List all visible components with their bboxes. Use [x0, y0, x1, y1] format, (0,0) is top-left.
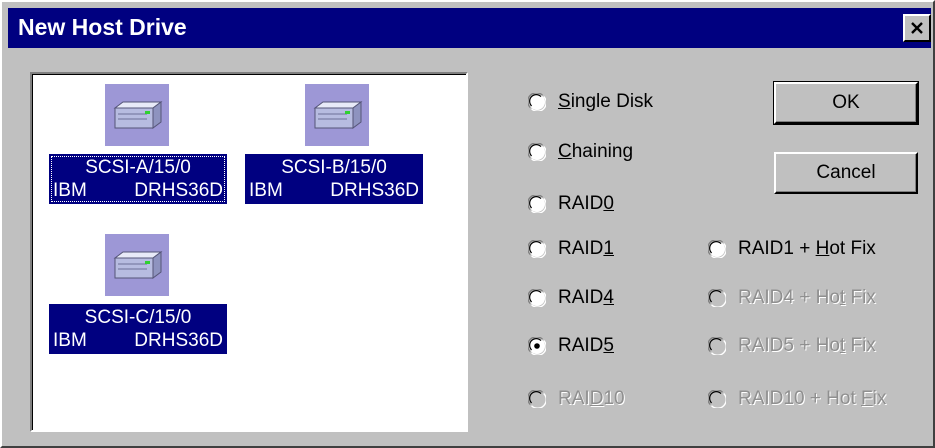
- radio-button-icon[interactable]: [527, 92, 547, 112]
- radio-raid5-hotfix[interactable]: RAID5 + Hot Fix: [707, 335, 876, 357]
- radio-button-icon[interactable]: [707, 288, 727, 308]
- radio-single-disk[interactable]: Single Disk: [527, 91, 654, 113]
- cancel-button-label: Cancel: [816, 162, 876, 183]
- drive-model: DRHS36D: [134, 330, 223, 351]
- radio-raid10[interactable]: RAID10: [527, 388, 625, 410]
- disk-drive-icon: [105, 84, 169, 146]
- radio-label: RAID5: [558, 335, 614, 356]
- radio-button-icon[interactable]: [527, 288, 547, 308]
- radio-button-icon[interactable]: [527, 194, 547, 214]
- radio-raid4[interactable]: RAID4: [527, 287, 614, 309]
- drive-vendor: IBM: [53, 330, 87, 351]
- radio-label: RAID10: [558, 388, 625, 409]
- disk-drive-icon: [105, 234, 169, 296]
- drive-name: SCSI-A/15/0: [85, 157, 191, 178]
- drive-vendor: IBM: [53, 180, 87, 201]
- radio-label: RAID4: [558, 287, 614, 308]
- drive-name: SCSI-C/15/0: [84, 307, 192, 328]
- drive-label-scsi-b[interactable]: SCSI-B/15/0 IBM DRHS36D: [245, 154, 423, 204]
- radio-button-icon[interactable]: [527, 239, 547, 259]
- drive-vendor: IBM: [249, 180, 283, 201]
- radio-button-icon[interactable]: [707, 239, 727, 259]
- radio-raid10-hotfix[interactable]: RAID10 + Hot Fix: [707, 388, 887, 410]
- close-icon: [911, 22, 923, 34]
- title-bar[interactable]: New Host Drive: [8, 8, 931, 48]
- radio-raid4-hotfix[interactable]: RAID4 + Hot Fix: [707, 287, 876, 309]
- drives-list[interactable]: SCSI-A/15/0 IBM DRHS36D SCSI-B/15/0 IBM …: [30, 72, 468, 432]
- radio-selected-dot: [534, 343, 540, 349]
- new-host-drive-dialog: New Host Drive SCSI-A/15/0 IBM DRHS36D S…: [0, 0, 935, 448]
- radio-button-icon[interactable]: [527, 142, 547, 162]
- radio-label: RAID1: [558, 238, 614, 259]
- radio-label: Chaining: [558, 141, 634, 162]
- radio-raid1-hotfix[interactable]: RAID1 + Hot Fix: [707, 238, 876, 260]
- radio-label: RAID10 + Hot Fix: [738, 388, 887, 409]
- radio-label: RAID4 + Hot Fix: [738, 287, 876, 308]
- radio-raid5[interactable]: RAID5: [527, 335, 614, 357]
- drive-name: SCSI-B/15/0: [281, 157, 387, 178]
- radio-label: RAID1 + Hot Fix: [738, 238, 876, 259]
- radio-button-icon[interactable]: [707, 336, 727, 356]
- radio-button-icon[interactable]: [707, 389, 727, 409]
- radio-label: RAID0: [558, 193, 614, 214]
- dialog-title: New Host Drive: [18, 14, 187, 40]
- radio-label: RAID5 + Hot Fix: [738, 335, 876, 356]
- disk-drive-icon: [305, 84, 369, 146]
- cancel-button[interactable]: Cancel: [774, 152, 918, 194]
- ok-button-label: OK: [832, 92, 860, 113]
- drive-label-scsi-c[interactable]: SCSI-C/15/0 IBM DRHS36D: [49, 304, 227, 354]
- drive-label-scsi-a[interactable]: SCSI-A/15/0 IBM DRHS36D: [49, 154, 227, 204]
- drive-model: DRHS36D: [134, 180, 223, 201]
- radio-raid0[interactable]: RAID0: [527, 193, 614, 215]
- radio-button-icon[interactable]: [527, 389, 547, 409]
- radio-label: Single Disk: [558, 91, 654, 112]
- close-button[interactable]: [903, 14, 931, 42]
- radio-raid1[interactable]: RAID1: [527, 238, 614, 260]
- ok-button[interactable]: OK: [773, 81, 919, 125]
- radio-button-icon[interactable]: [527, 336, 547, 356]
- radio-chaining[interactable]: Chaining: [527, 141, 634, 163]
- drive-model: DRHS36D: [330, 180, 419, 201]
